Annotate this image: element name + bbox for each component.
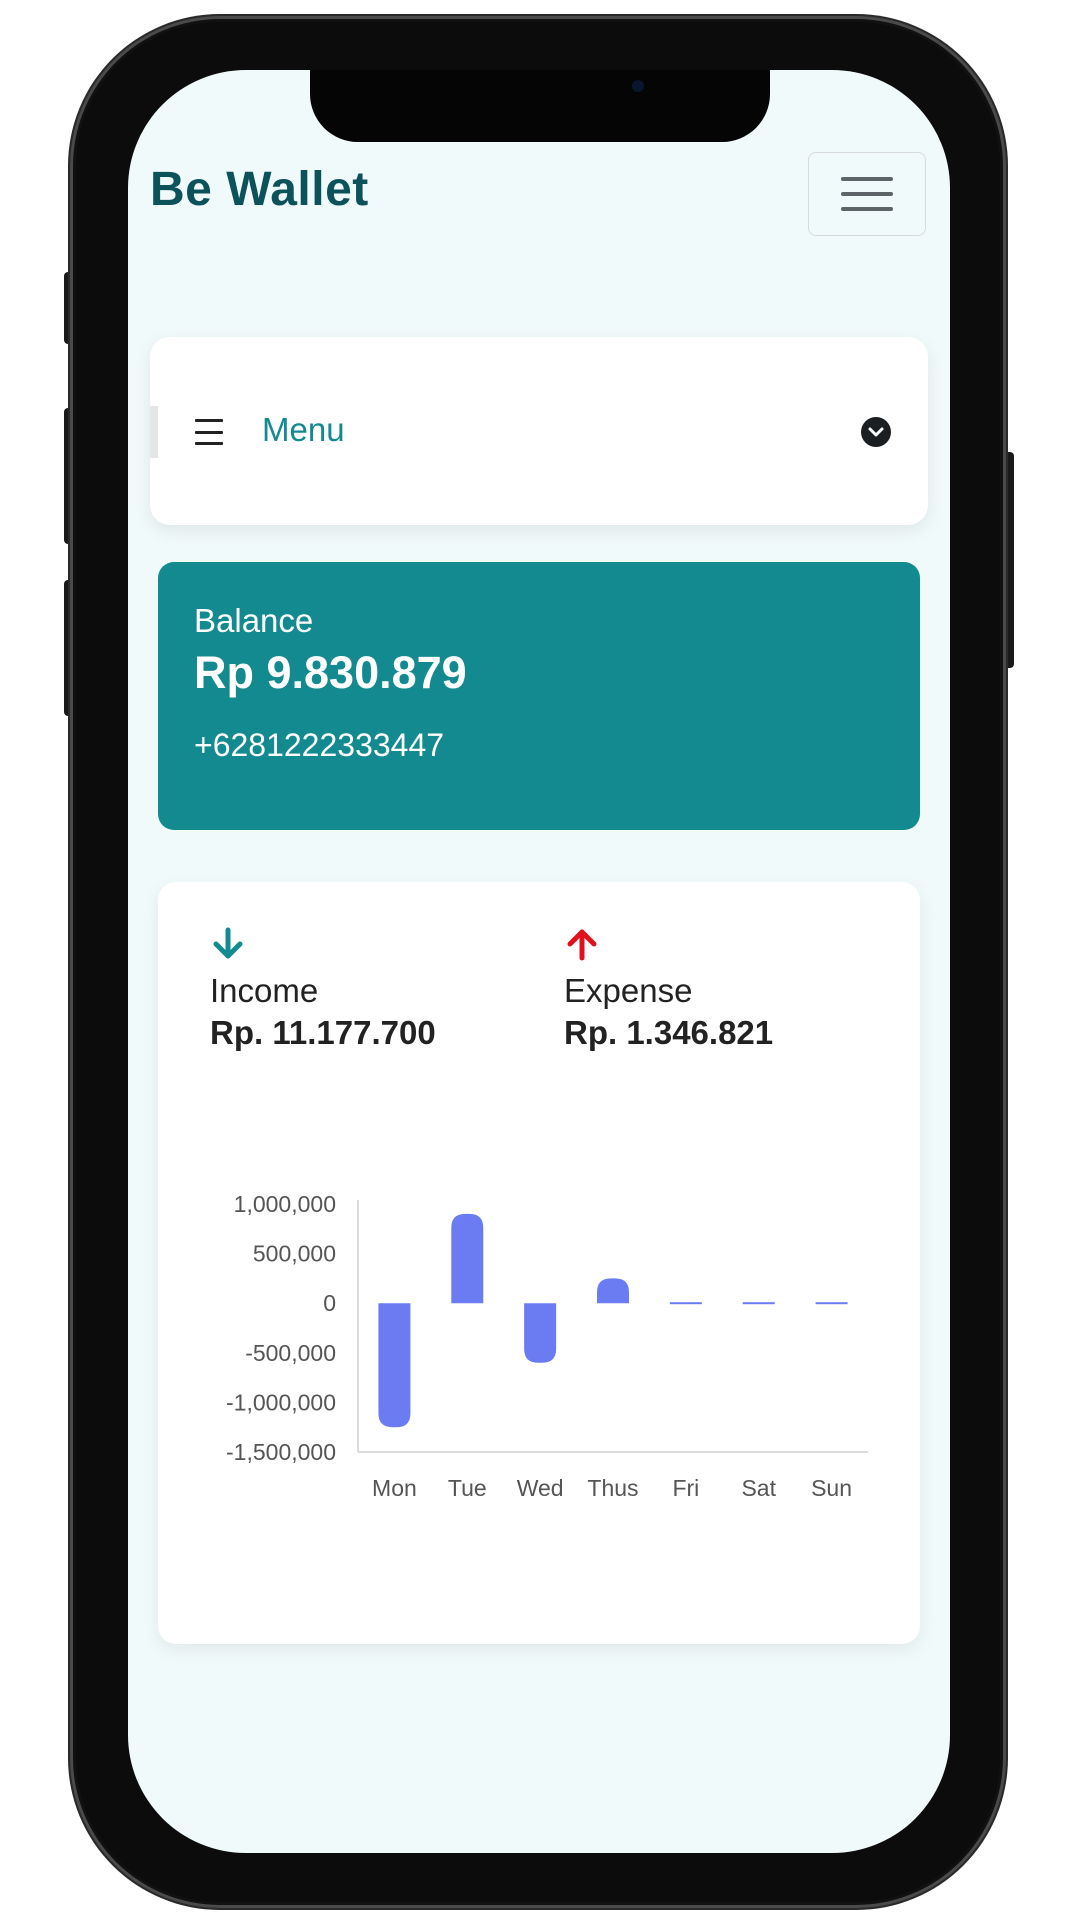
hamburger-icon-line — [841, 207, 893, 211]
device-mockup: Be Wallet Menu Balance Rp 9.830.879 +628… — [0, 0, 1080, 1920]
chart-bar — [742, 1302, 775, 1305]
balance-amount: Rp 9.830.879 — [194, 647, 467, 698]
weekly-balance-chart: 1,000,000 500,000 0 -500,000 -1,000,000 -1,50… — [226, 1191, 868, 1501]
balance-card: Balance Rp 9.830.879 +6281222333447 — [158, 562, 920, 830]
stats-card: Income Rp. 11.177.700 Expense Rp. 1.346.… — [158, 882, 920, 1644]
chart-x-tick-label: Wed — [517, 1475, 564, 1501]
chart-bar — [669, 1302, 702, 1305]
hamburger-icon — [841, 177, 893, 181]
chart-y-tick-label: -1,500,000 — [226, 1439, 336, 1465]
navbar-toggle-button[interactable] — [808, 152, 926, 236]
chart-bar — [815, 1302, 848, 1305]
chart-bar — [451, 1213, 484, 1304]
phone-number: +6281222333447 — [194, 727, 445, 763]
hamburger-icon-line — [841, 192, 893, 196]
chart-y-tick-label: 500,000 — [253, 1241, 336, 1267]
chart-bar — [524, 1303, 557, 1363]
chart-x-tick-label: Tue — [448, 1475, 487, 1501]
chart-x-tick-label: Mon — [372, 1475, 417, 1501]
brand-title[interactable]: Be Wallet — [150, 162, 369, 217]
app-screen: Be Wallet Menu Balance Rp 9.830.879 +628… — [128, 70, 950, 1853]
chart-x-tick-label: Fri — [672, 1475, 699, 1501]
balance-label: Balance — [194, 602, 314, 639]
chevron-down-icon[interactable] — [861, 417, 891, 447]
chart-bar — [597, 1278, 629, 1304]
chart-y-tick-label: -1,000,000 — [226, 1389, 336, 1415]
notch — [310, 70, 770, 142]
chart-x-tick-label: Sun — [811, 1475, 852, 1501]
chart-y-tick-label: -500,000 — [245, 1340, 336, 1366]
chart-y-tick-label: 0 — [323, 1290, 336, 1316]
chart-x-tick-label: Sat — [741, 1475, 776, 1501]
menu-active-marker — [150, 406, 158, 458]
list-icon — [195, 419, 223, 445]
chart-bar — [378, 1303, 411, 1428]
chart-x-tick-label: Thus — [587, 1475, 638, 1501]
menu-label: Menu — [262, 411, 345, 448]
menu-card[interactable]: Menu — [150, 337, 928, 525]
camera-dot — [632, 80, 644, 92]
chart-y-tick-label: 1,000,000 — [234, 1191, 336, 1217]
